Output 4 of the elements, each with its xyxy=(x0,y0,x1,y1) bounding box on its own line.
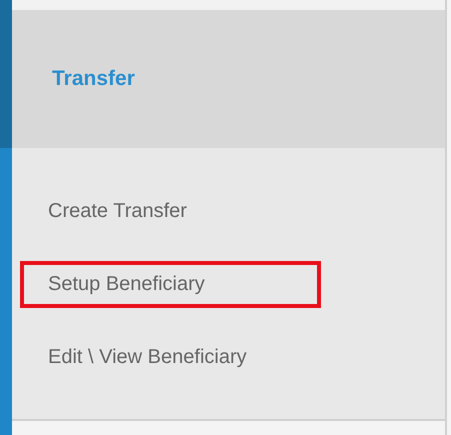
menu-item[interactable]: Setup Beneficiary xyxy=(20,261,321,308)
menu-item[interactable]: Create Transfer xyxy=(20,188,321,235)
section-title: Transfer xyxy=(52,67,135,91)
menu-item[interactable]: Edit \ View Beneficiary xyxy=(20,334,321,381)
